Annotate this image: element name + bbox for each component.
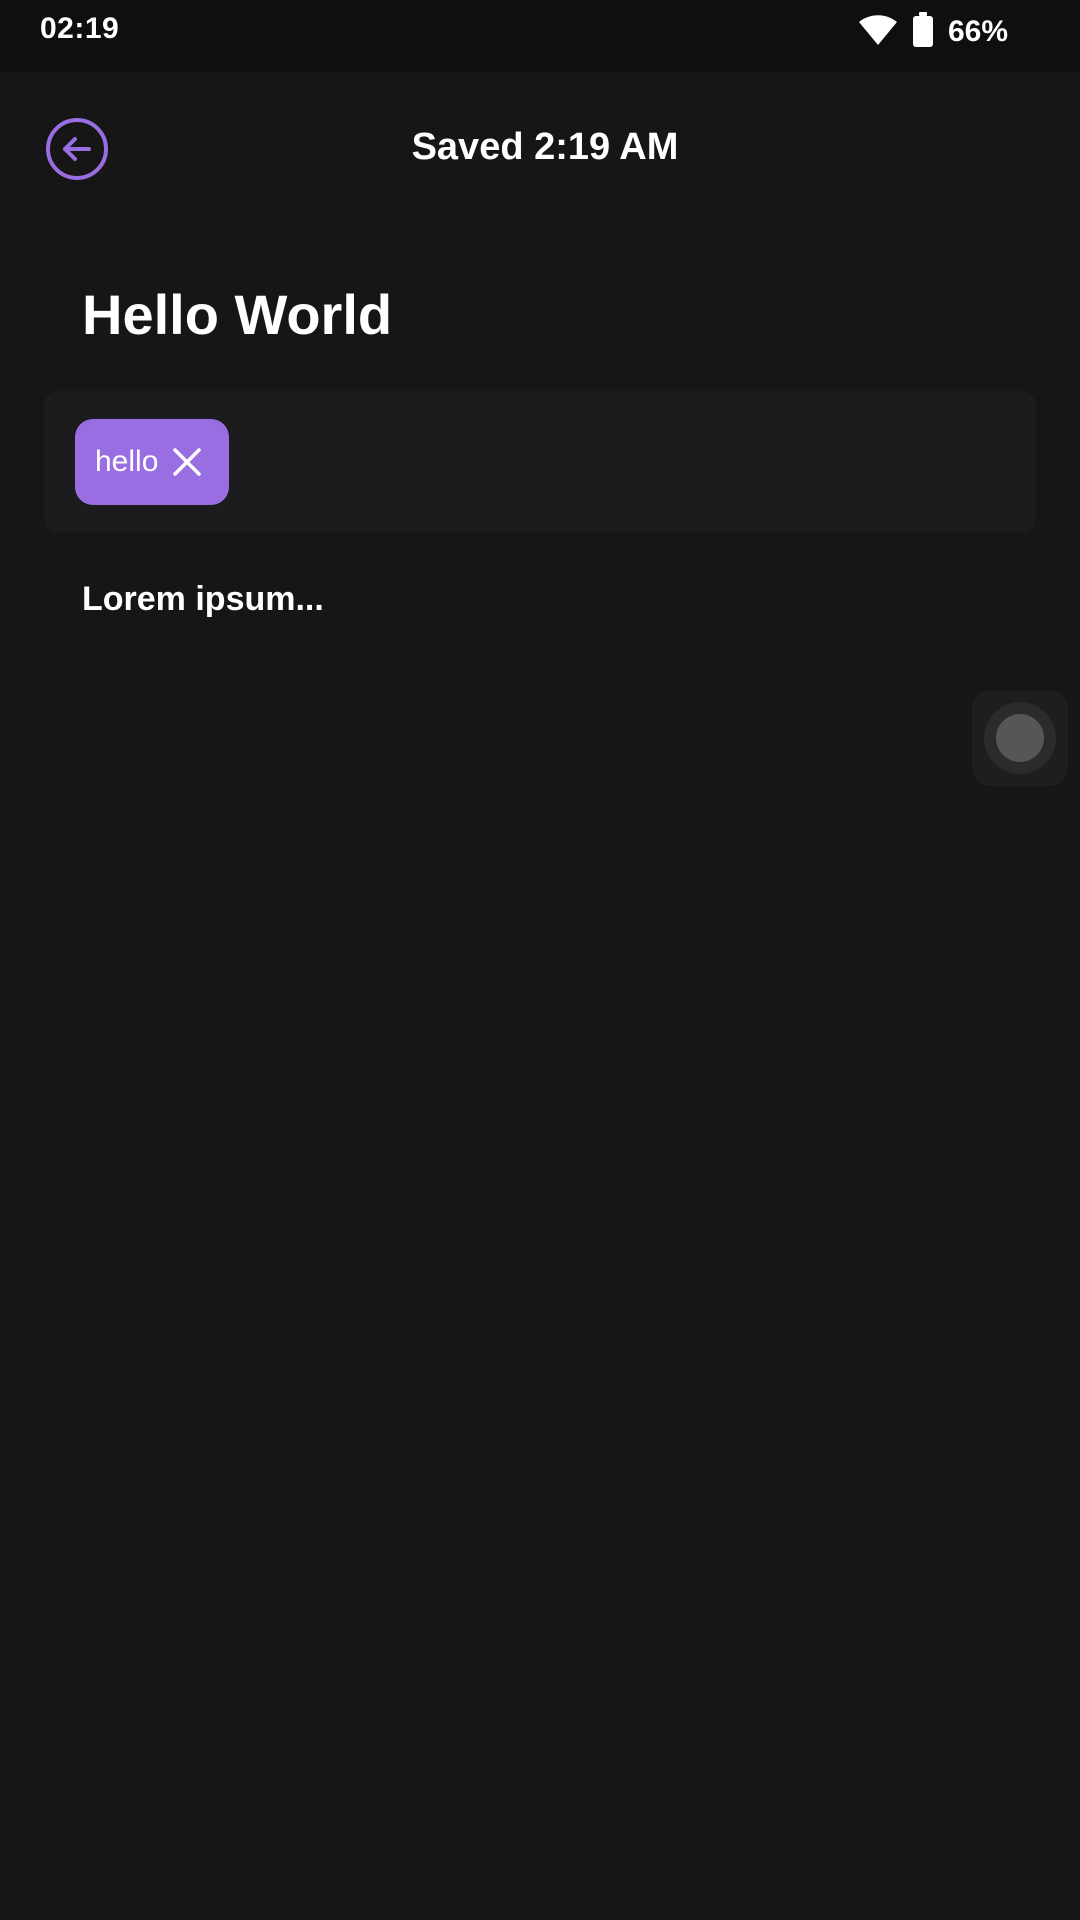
note-title[interactable]: Hello World <box>82 282 392 347</box>
status-bar: 02:19 66% <box>0 0 1080 72</box>
battery-percent: 66% <box>947 15 1008 48</box>
note-editor-screen: 02:19 66% Saved 2:19 AM Hello World hell… <box>0 0 1080 1920</box>
wifi-icon <box>858 14 898 51</box>
tag-chip[interactable]: hello <box>75 419 229 505</box>
battery-icon <box>912 11 934 53</box>
floating-handle-ring <box>984 702 1056 774</box>
status-icons: 66% <box>858 11 1008 53</box>
save-status-title: Saved 2:19 AM <box>411 126 679 168</box>
floating-assistive-button[interactable] <box>972 690 1068 786</box>
floating-handle-dot <box>996 714 1044 762</box>
tags-panel: hello <box>44 391 1036 533</box>
app-header: Saved 2:19 AM <box>0 72 1080 228</box>
close-icon[interactable] <box>170 445 204 479</box>
note-body[interactable]: Lorem ipsum... <box>82 580 324 619</box>
tag-label: hello <box>95 445 159 478</box>
status-time: 02:19 <box>40 12 120 45</box>
